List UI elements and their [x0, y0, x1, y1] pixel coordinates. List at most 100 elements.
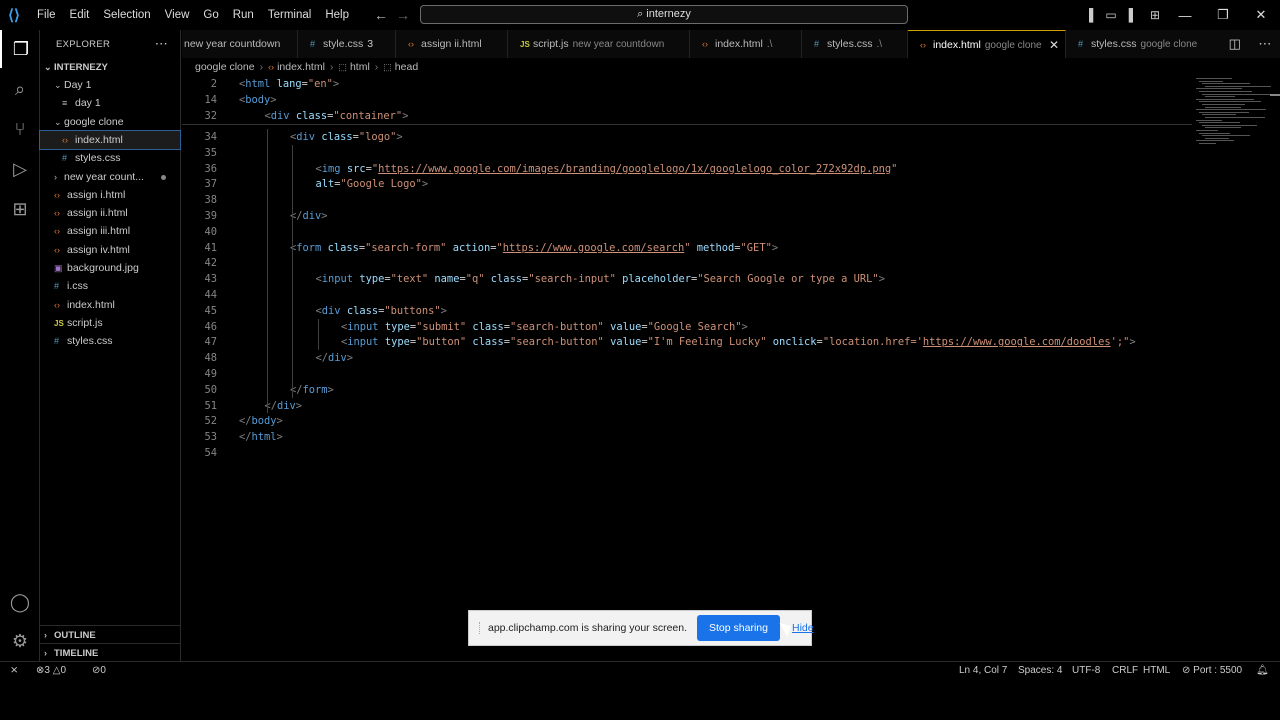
indentation[interactable]: Spaces: 4 [1018, 662, 1062, 680]
tree-file[interactable]: # styles.css [40, 149, 180, 167]
close-window-icon[interactable]: ✕ [1242, 7, 1280, 23]
tree-file[interactable]: ‹› assign ii.html [40, 204, 180, 222]
breadcrumb-item[interactable]: ⬚ html [338, 61, 369, 73]
search-icon[interactable]: ⌕ [0, 70, 40, 108]
tree-file[interactable]: ‹› index.html [39, 129, 181, 150]
code-line[interactable]: 54 [182, 445, 1192, 461]
code-line[interactable]: 49 [182, 366, 1192, 382]
tree-file[interactable]: # styles.css [40, 332, 180, 350]
code-line[interactable]: 51 </div> [182, 398, 1192, 414]
code-line[interactable]: 41 <form class="search-form" action="http… [182, 240, 1192, 256]
code-line[interactable]: 36 <img src="https://www.google.com/image… [182, 161, 1192, 177]
vertical-scrollbar[interactable] [1270, 76, 1280, 661]
tree-file[interactable]: ‹› assign i.html [40, 186, 180, 204]
editor-tab[interactable]: ‹› index.html .\ [690, 30, 802, 58]
editor-tab[interactable]: # styles.css .\ [802, 30, 908, 58]
tree-file[interactable]: ‹› assign iv.html [40, 241, 180, 259]
explorer-icon[interactable]: ❐ [0, 30, 40, 68]
breadcrumb-item[interactable]: google clone [195, 61, 255, 73]
menu-terminal[interactable]: Terminal [261, 0, 318, 30]
live-server-port[interactable]: ⊘ Port : 5500 [1182, 662, 1242, 680]
customize-layout-icon[interactable]: ⊞ [1144, 8, 1166, 22]
remote-icon[interactable]: ⨯ [10, 662, 18, 680]
notifications-bell-icon[interactable]: 🔔︎ [1256, 662, 1269, 680]
menu-run[interactable]: Run [226, 0, 261, 30]
editor-tab[interactable]: # style.css 3 [298, 30, 396, 58]
minimap[interactable] [1192, 76, 1280, 661]
code-line[interactable]: 44 [182, 287, 1192, 303]
code-line[interactable]: 14 <body> [182, 92, 1192, 108]
code-token[interactable]: https://www.google.com/images/branding/g… [378, 163, 891, 175]
command-center-search[interactable]: ⌕ internezy [420, 5, 908, 24]
tree-folder[interactable]: ⌄ google clone [40, 113, 180, 131]
code-line[interactable]: 32 <div class="container"> [182, 108, 1192, 124]
code-line[interactable]: 52 </body> [182, 413, 1192, 429]
tree-folder[interactable]: ⌄ Day 1 [40, 76, 180, 94]
editor-tab[interactable]: new year countdown [182, 30, 298, 58]
menu-view[interactable]: View [158, 0, 197, 30]
tree-file[interactable]: JS script.js [40, 314, 180, 332]
code-line[interactable]: 40 [182, 224, 1192, 240]
outline-section[interactable]: › OUTLINE [40, 625, 181, 644]
menu-edit[interactable]: Edit [63, 0, 97, 30]
editor-tab[interactable]: JS script.js new year countdown [508, 30, 690, 58]
menu-selection[interactable]: Selection [96, 0, 157, 30]
breadcrumb-item[interactable]: ‹› index.html [268, 61, 325, 73]
toggle-sidebar-icon[interactable]: ▐ [1078, 8, 1100, 22]
minimize-icon[interactable]: — [1166, 8, 1204, 23]
menu-help[interactable]: Help [318, 0, 356, 30]
ports-indicator[interactable]: ⊘0 [92, 662, 106, 680]
code-line[interactable]: 2 <html lang="en"> [182, 76, 1192, 92]
code-line[interactable]: 50 </form> [182, 382, 1192, 398]
language-mode[interactable]: HTML [1143, 662, 1170, 680]
toggle-secondary-sidebar-icon[interactable]: ▌ [1122, 8, 1144, 22]
restore-icon[interactable]: ❐ [1204, 7, 1242, 23]
code-line[interactable]: 46 <input type="submit" class="search-but… [182, 319, 1192, 335]
code-line[interactable]: 39 </div> [182, 208, 1192, 224]
editor-tab[interactable]: ‹› assign ii.html [396, 30, 508, 58]
accounts-icon[interactable]: ◯ [0, 583, 40, 621]
source-control-icon[interactable]: ⑂ [0, 110, 40, 148]
tree-file[interactable]: # i.css [40, 277, 180, 295]
menu-file[interactable]: File [30, 0, 63, 30]
tree-file[interactable]: ‹› index.html [40, 296, 180, 314]
menu-go[interactable]: Go [196, 0, 225, 30]
code-line[interactable]: 42 [182, 255, 1192, 271]
run-debug-icon[interactable]: ▷ [0, 150, 40, 188]
code-line[interactable]: 37 alt="Google Logo"> [182, 176, 1192, 192]
stop-sharing-button[interactable]: Stop sharing [697, 615, 780, 641]
editor-tab[interactable]: ‹› index.html google clone ✕ [908, 30, 1066, 58]
breadcrumb-item[interactable]: ⬚ head [383, 61, 418, 73]
close-tab-icon[interactable]: ✕ [1049, 31, 1059, 58]
code-token[interactable]: https://www.google.com/doodles [923, 336, 1111, 348]
back-arrow-icon[interactable]: ← [370, 7, 392, 23]
code-editor[interactable]: 2 <html lang="en"> 14 <body> 32 <div class="c… [182, 76, 1280, 661]
tree-file[interactable]: ≡ day 1 [40, 94, 180, 112]
code-line[interactable]: 53 </html> [182, 429, 1192, 445]
code-token[interactable]: https://www.google.com/search [503, 242, 684, 254]
drag-handle-icon[interactable] [479, 622, 480, 634]
tree-file[interactable]: ▣ background.jpg [40, 259, 180, 277]
settings-gear-icon[interactable]: ⚙ [0, 622, 40, 660]
workspace-root[interactable]: ⌄ INTERNEZY [40, 58, 180, 76]
tree-folder[interactable]: › new year count... [40, 168, 180, 186]
hide-link[interactable]: Hide [792, 622, 814, 634]
code-line[interactable]: 35 [182, 145, 1192, 161]
cursor-position[interactable]: Ln 4, Col 7 [959, 662, 1007, 680]
tree-file[interactable]: ‹› assign iii.html [40, 222, 180, 240]
problems-indicator[interactable]: ⊗3 △0 [36, 662, 66, 680]
code-line[interactable]: 48 </div> [182, 350, 1192, 366]
code-line[interactable]: 47 <input type="button" class="search-but… [182, 334, 1192, 350]
code-line[interactable]: 43 <input type="text" name="q" class="sea… [182, 271, 1192, 287]
forward-arrow-icon[interactable]: → [392, 7, 414, 23]
split-editor-icon[interactable]: ◫ [1229, 36, 1241, 52]
toggle-panel-icon[interactable]: ▭ [1100, 8, 1122, 22]
timeline-section[interactable]: › TIMELINE [40, 643, 181, 662]
encoding[interactable]: UTF-8 [1072, 662, 1100, 680]
editor-tab[interactable]: # styles.css google clone [1066, 30, 1222, 58]
code-line[interactable]: 45 <div class="buttons"> [182, 303, 1192, 319]
line-ending[interactable]: CRLF [1112, 662, 1138, 680]
extensions-icon[interactable]: ⊞ [0, 190, 40, 228]
code-line[interactable]: 38 [182, 192, 1192, 208]
more-actions-icon[interactable]: ⋯ [1258, 36, 1271, 52]
